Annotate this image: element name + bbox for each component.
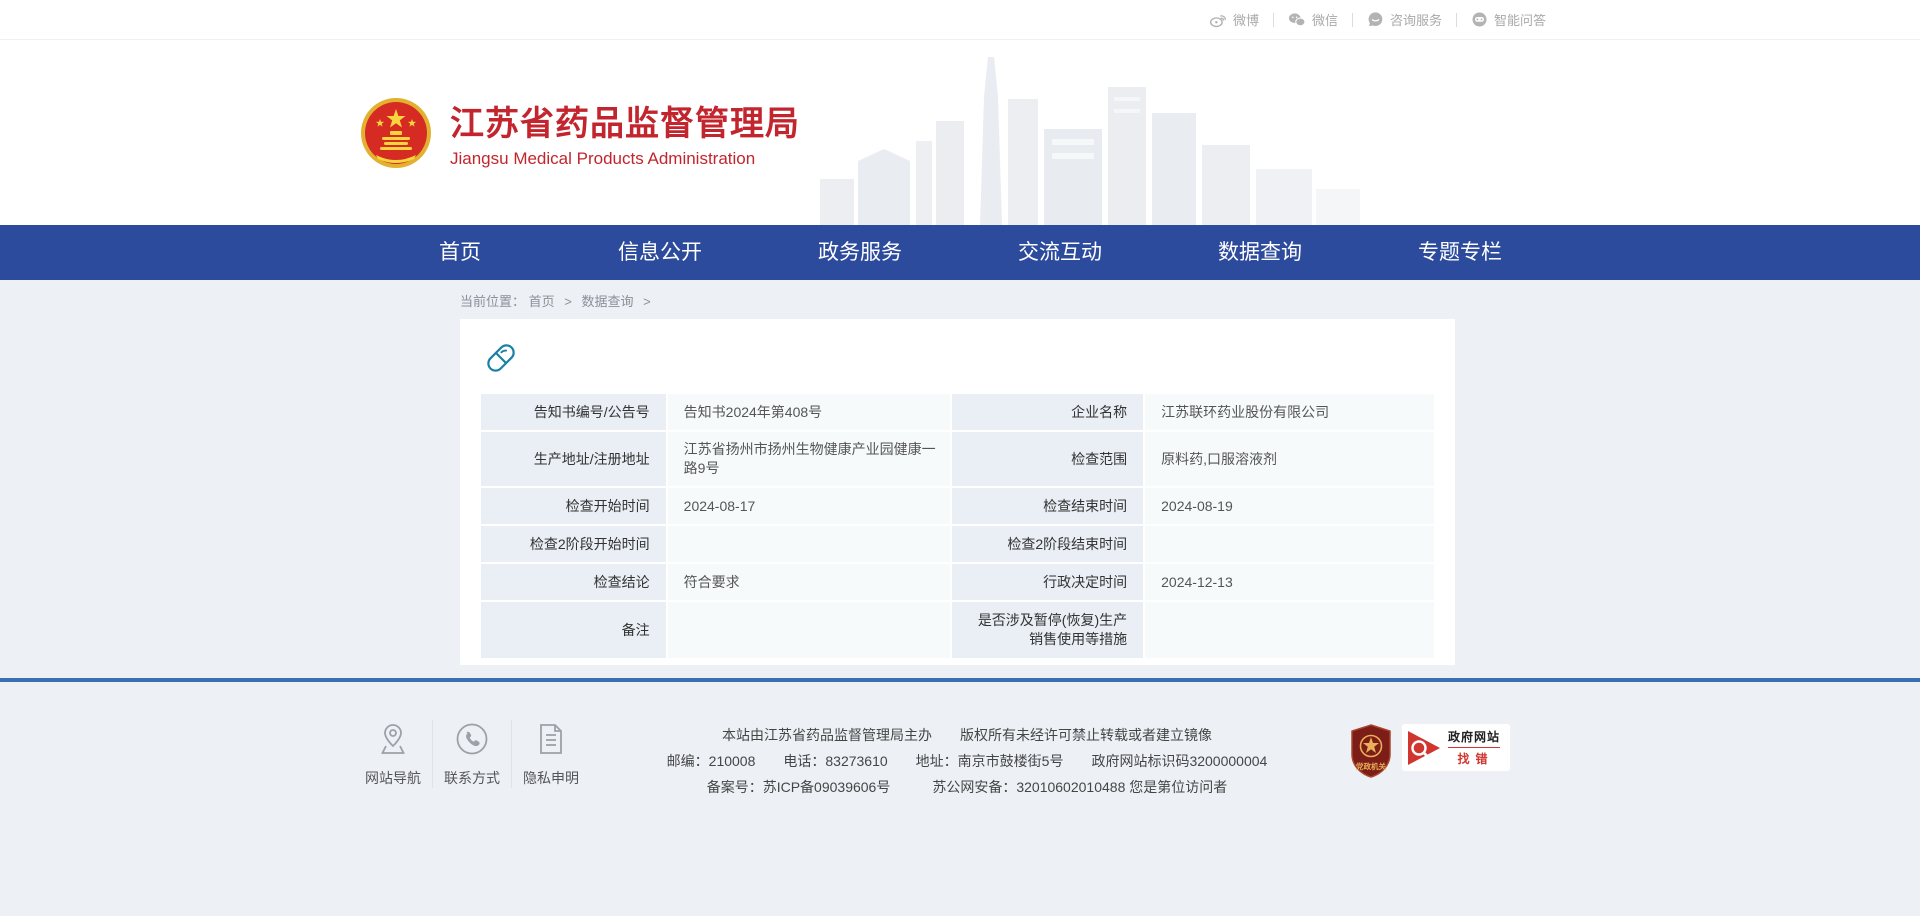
topbar-item-wechat[interactable]: 微信	[1274, 10, 1352, 29]
field-label: 检查2阶段开始时间	[481, 526, 666, 562]
breadcrumb-link-data-query[interactable]: 数据查询	[582, 294, 634, 309]
breadcrumb-separator: >	[564, 294, 572, 309]
field-value: 2024-08-17	[668, 488, 950, 524]
topbar-item-label: 咨询服务	[1390, 10, 1442, 29]
document-icon	[518, 720, 584, 758]
main-content: 当前位置： 首页 > 数据查询 > 告知书编号/公告号 告知书2024年第408…	[0, 280, 1920, 678]
field-value: 2024-12-13	[1145, 564, 1434, 600]
table-row: 备注 是否涉及暂停(恢复)生产销售使用等措施	[481, 602, 1434, 658]
find-error-badge-title: 政府网站	[1448, 728, 1500, 748]
breadcrumb: 当前位置： 首页 > 数据查询 >	[460, 280, 1460, 319]
city-skyline-decoration	[820, 57, 1360, 225]
footer-item-label: 隐私申明	[518, 768, 584, 788]
party-gov-badge[interactable]: 党政机关	[1350, 724, 1392, 778]
find-error-icon	[1406, 729, 1442, 767]
footer-nav: 网站导航 联系方式	[360, 718, 584, 788]
field-label: 检查2阶段结束时间	[952, 526, 1143, 562]
field-value	[1145, 526, 1434, 562]
field-value: 原料药,口服溶液剂	[1145, 432, 1434, 486]
find-error-badge-subtitle: 找错	[1448, 748, 1500, 767]
field-label: 检查结论	[481, 564, 666, 600]
topbar-item-label: 微博	[1233, 10, 1259, 29]
footer-badges: 党政机关 政府网站 找错	[1350, 718, 1560, 778]
footer-item-label: 网站导航	[360, 768, 426, 788]
nav-item-home[interactable]: 首页	[360, 225, 560, 280]
wechat-icon	[1288, 12, 1306, 28]
smart-qa-icon	[1471, 11, 1488, 28]
footer-line-host: 本站由江苏省药品监督管理局主办 版权所有未经许可禁止转载或者建立镜像	[584, 722, 1350, 748]
field-label: 备注	[481, 602, 666, 658]
table-row: 检查2阶段开始时间 检查2阶段结束时间	[481, 526, 1434, 562]
table-row: 检查开始时间 2024-08-17 检查结束时间 2024-08-19	[481, 488, 1434, 524]
field-value: 江苏联环药业股份有限公司	[1145, 394, 1434, 430]
field-label: 检查开始时间	[481, 488, 666, 524]
field-value: 告知书2024年第408号	[668, 394, 950, 430]
field-label: 生产地址/注册地址	[481, 432, 666, 486]
footer-info: 本站由江苏省药品监督管理局主办 版权所有未经许可禁止转载或者建立镜像 邮编：21…	[584, 718, 1350, 800]
table-row: 生产地址/注册地址 江苏省扬州市扬州生物健康产业园健康一路9号 检查范围 原料药…	[481, 432, 1434, 486]
breadcrumb-prefix: 当前位置：	[460, 294, 525, 309]
map-pin-icon	[360, 720, 426, 758]
main-nav: 首页 信息公开 政务服务 交流互动 数据查询 专题专栏	[0, 225, 1920, 280]
topbar-item-label: 微信	[1312, 10, 1338, 29]
table-row: 检查结论 符合要求 行政决定时间 2024-12-13	[481, 564, 1434, 600]
nav-item-interaction[interactable]: 交流互动	[960, 225, 1160, 280]
nav-item-data-query[interactable]: 数据查询	[1160, 225, 1360, 280]
field-label: 行政决定时间	[952, 564, 1143, 600]
weibo-icon	[1209, 12, 1227, 28]
topbar-item-smart-qa[interactable]: 智能问答	[1457, 10, 1560, 29]
site-title: 江苏省药品监督管理局	[450, 96, 800, 145]
find-error-badge[interactable]: 政府网站 找错	[1402, 724, 1510, 771]
site-footer: 网站导航 联系方式	[0, 682, 1920, 916]
site-header: 江苏省药品监督管理局 Jiangsu Medical Products Admi…	[0, 40, 1920, 225]
record-card: 告知书编号/公告号 告知书2024年第408号 企业名称 江苏联环药业股份有限公…	[460, 319, 1455, 665]
footer-line-icp: 备案号：苏ICP备09039606号 苏公网安备：32010602010488 …	[584, 774, 1350, 800]
field-value: 符合要求	[668, 564, 950, 600]
footer-item-site-map[interactable]: 网站导航	[360, 720, 426, 788]
topbar-item-label: 智能问答	[1494, 10, 1546, 29]
field-value: 2024-08-19	[1145, 488, 1434, 524]
footer-item-contact[interactable]: 联系方式	[439, 720, 505, 788]
field-value	[668, 526, 950, 562]
nav-item-gov-services[interactable]: 政务服务	[760, 225, 960, 280]
breadcrumb-separator: >	[643, 294, 651, 309]
field-label: 告知书编号/公告号	[481, 394, 666, 430]
field-label: 是否涉及暂停(恢复)生产销售使用等措施	[952, 602, 1143, 658]
footer-item-privacy[interactable]: 隐私申明	[518, 720, 584, 788]
field-value	[668, 602, 950, 658]
field-value: 江苏省扬州市扬州生物健康产业园健康一路9号	[668, 432, 950, 486]
table-row: 告知书编号/公告号 告知书2024年第408号 企业名称 江苏联环药业股份有限公…	[481, 394, 1434, 430]
topbar-item-weibo[interactable]: 微博	[1195, 10, 1273, 29]
field-label: 检查结束时间	[952, 488, 1143, 524]
phone-icon	[439, 720, 505, 758]
breadcrumb-link-home[interactable]: 首页	[529, 294, 555, 309]
topbar-item-consult[interactable]: 咨询服务	[1353, 10, 1456, 29]
svg-text:党政机关: 党政机关	[1356, 761, 1386, 771]
footer-nav-divider	[511, 720, 512, 788]
footer-nav-divider	[432, 720, 433, 788]
site-subtitle: Jiangsu Medical Products Administration	[450, 149, 800, 169]
footer-line-contact: 邮编：210008 电话：83273610 地址：南京市鼓楼街5号 政府网站标识…	[584, 748, 1350, 774]
inspection-record-table: 告知书编号/公告号 告知书2024年第408号 企业名称 江苏联环药业股份有限公…	[479, 392, 1436, 660]
consult-service-icon	[1367, 11, 1384, 28]
pill-icon	[484, 341, 518, 375]
nav-item-info-disclosure[interactable]: 信息公开	[560, 225, 760, 280]
field-label: 检查范围	[952, 432, 1143, 486]
field-label: 企业名称	[952, 394, 1143, 430]
national-emblem-logo	[360, 97, 432, 169]
nav-item-special-topics[interactable]: 专题专栏	[1360, 225, 1560, 280]
topbar: 微博 微信 咨询服务	[0, 0, 1920, 40]
footer-item-label: 联系方式	[439, 768, 505, 788]
field-value	[1145, 602, 1434, 658]
